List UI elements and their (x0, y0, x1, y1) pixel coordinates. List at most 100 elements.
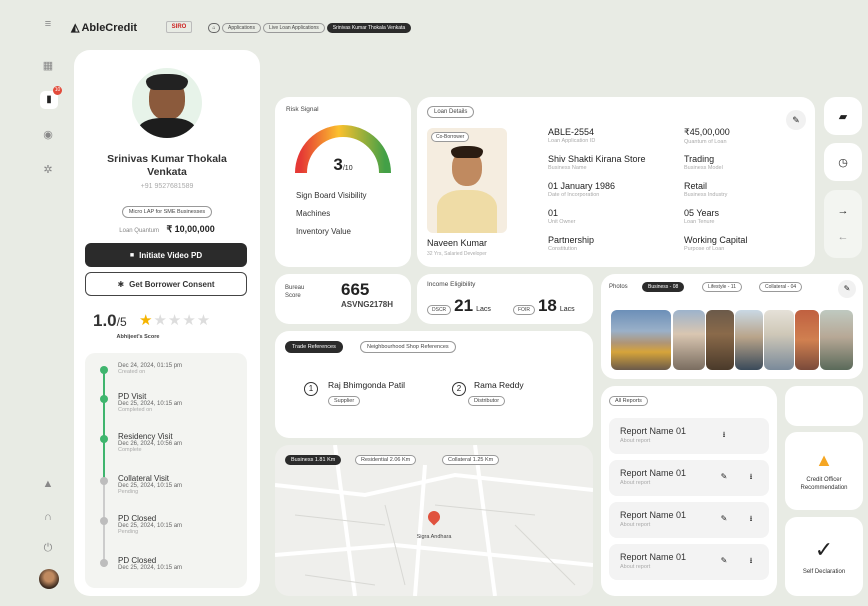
menu-icon[interactable]: ≡ (42, 18, 54, 30)
tab-trade-references[interactable]: Trade References (285, 341, 343, 353)
report-subtitle: About report (620, 438, 651, 444)
self-declaration-button[interactable]: ✓ Self Declaration (785, 517, 863, 596)
download-icon[interactable]: ⭳ (719, 430, 729, 440)
breadcrumb-applications[interactable]: Applications (222, 23, 261, 33)
report-item[interactable]: Report Name 01 About report ⭳ (609, 418, 769, 454)
report-subtitle: About report (620, 564, 651, 570)
photos-tab-lifestyle[interactable]: Lifestyle - 11 (702, 282, 742, 292)
all-reports-tab: All Reports (609, 396, 648, 406)
dscr-metric: DSCR 21 Lacs (427, 296, 491, 316)
bureau-label: Bureau Score (285, 285, 305, 299)
download-icon[interactable]: ⭳ (746, 472, 756, 482)
photos-tab-business[interactable]: Business - 08 (642, 282, 685, 292)
chat-icon: ▰ (838, 110, 848, 123)
timeline-title: Collateral Visit (118, 474, 169, 483)
edit-icon[interactable]: ✎ (719, 514, 729, 524)
loan-field-value: Shiv Shakti Kirana Store (548, 154, 646, 164)
score-display: 1.0/5 (93, 311, 127, 330)
reference-number: 1 (304, 382, 318, 396)
report-name: Report Name 01 (620, 426, 687, 436)
breadcrumb-current: Srinivas Kumar Thokala Venkata (326, 23, 412, 33)
power-icon[interactable]: ⏻ (42, 542, 54, 554)
co-borrower-name: Naveen Kumar (427, 238, 488, 248)
loan-fields-right: ₹45,00,000 Quantum of Loan Trading Business… (684, 127, 747, 262)
avatar[interactable] (39, 569, 59, 589)
timeline-title: PD Closed (118, 514, 157, 523)
edit-icon[interactable]: ✎ (786, 110, 806, 130)
get-borrower-consent-button[interactable]: ✱ Get Borrower Consent (85, 272, 247, 296)
loan-field-key: Unit Owner (548, 219, 576, 225)
loan-field: Trading Business Model (684, 154, 747, 181)
download-icon[interactable]: ⭳ (746, 556, 756, 566)
loan-details-card: Loan Details Co-Borrower Naveen Kumar 32… (417, 97, 815, 267)
photo-thumbnail[interactable] (795, 310, 819, 370)
bureau-score: 665 (341, 280, 370, 299)
photo-thumbnail[interactable] (764, 310, 794, 370)
breadcrumb-live-loan-applications[interactable]: Live Loan Applications (262, 23, 325, 33)
photo-thumbnail[interactable] (673, 310, 705, 370)
user-icon[interactable]: ◉ (42, 129, 54, 141)
edit-icon[interactable]: ✎ (719, 556, 729, 566)
timeline-dot-done (100, 366, 108, 374)
map-card[interactable]: Business 1.81 Km Residential 2.06 Km Col… (275, 445, 593, 596)
map-tab-business[interactable]: Business 1.81 Km (285, 455, 342, 465)
loan-field: ₹45,00,000 Quantum of Loan (684, 127, 747, 154)
dashboard-icon[interactable]: ▦ (42, 60, 54, 72)
report-item[interactable]: Report Name 01 About report ✎ ⭳ (609, 502, 769, 538)
loan-field-value: ₹45,00,000 (684, 127, 730, 137)
report-item[interactable]: Report Name 01 About report ✎ ⭳ (609, 460, 769, 496)
chat-button[interactable]: ▰ (824, 97, 862, 135)
loan-field: Retail Business Industry (684, 181, 747, 208)
headset-icon[interactable]: ∩ (42, 511, 54, 523)
timeline-item: PD Closed Dec 25, 2024, 10:15 am Pending (118, 514, 182, 535)
photos-edit-icon[interactable]: ✎ (838, 280, 856, 298)
checkmark-icon: ✓ (814, 536, 834, 562)
loan-fields-left: ABLE-2554 Loan Application ID Shiv Shakti … (548, 127, 646, 262)
loan-field-key: Constitution (548, 246, 578, 252)
photos-tab-collateral[interactable]: Collateral - 04 (759, 282, 803, 292)
photos-title: Photos (609, 284, 628, 290)
tab-neighbourhood-references[interactable]: Neighbourhood Shop References (360, 341, 456, 353)
risk-item: Inventory Value (296, 227, 351, 236)
home-icon[interactable]: ⌂ (208, 23, 220, 33)
map-tab-collateral[interactable]: Collateral 1.25 Km (442, 455, 500, 465)
loan-quantum: Loan Quantum ₹ 10,00,000 (119, 224, 215, 234)
loan-field-key: Purpose of Loan (684, 246, 725, 252)
report-name: Report Name 01 (620, 510, 687, 520)
map-pin-label: Sigra Andhara (416, 534, 452, 540)
loan-field-key: Quantum of Loan (684, 139, 727, 145)
timeline-title: Residency Visit (118, 432, 173, 441)
timeline-item: PD Visit Dec 25, 2024, 10:15 am Completed … (118, 392, 182, 413)
photo-thumbnail[interactable] (706, 310, 734, 370)
report-name: Report Name 01 (620, 552, 687, 562)
credit-officer-recommendation-button[interactable]: ▲ Credit Officer Recommendation (785, 432, 863, 510)
edit-icon[interactable]: ✎ (719, 472, 729, 482)
profile-phone: +91 9527681589 (140, 183, 194, 190)
photo-thumbnail[interactable] (611, 310, 671, 370)
timeline-item: Collateral Visit Dec 25, 2024, 10:15 am Pe… (118, 474, 182, 495)
risk-signal-card: Risk Signal 3/10 Sign Board Visibility M… (275, 97, 411, 267)
segment-badge: Micro LAP for SME Businesses (105, 200, 229, 218)
loan-field: Working Capital Purpose of Loan (684, 235, 747, 262)
photo-thumbnail[interactable] (820, 310, 853, 370)
star-rating: ★★★★★ (139, 311, 211, 329)
report-item[interactable]: Report Name 01 About report ✎ ⭳ (609, 544, 769, 580)
bell-icon[interactable]: ▲ (42, 478, 54, 490)
settings-icon[interactable]: ✲ (42, 164, 54, 176)
history-button[interactable]: ◷ (824, 143, 862, 181)
download-icon[interactable]: ⭳ (746, 514, 756, 524)
timeline-item: Residency Visit Dec 26, 2024, 10:56 am Com… (118, 432, 182, 453)
reference-number: 2 (452, 382, 466, 396)
map-tab-residential[interactable]: Residential 2.06 Km (355, 455, 417, 465)
income-title: Income Eligibility (427, 281, 476, 288)
risk-score: 3/10 (333, 155, 353, 174)
arrow-left-icon[interactable]: ← (838, 231, 849, 243)
thumbs-up-icon: ▲ (815, 450, 833, 470)
timeline-line-done (103, 372, 105, 482)
timeline-title: PD Visit (118, 392, 147, 401)
initiate-video-pd-button[interactable]: ■ Initiate Video PD (85, 243, 247, 267)
photo-thumbnail[interactable] (735, 310, 763, 370)
arrow-right-icon[interactable]: → (838, 205, 849, 217)
timeline-date: Dec 25, 2024, 10:15 am (118, 565, 183, 571)
star-icon-filled: ★ (139, 312, 154, 329)
